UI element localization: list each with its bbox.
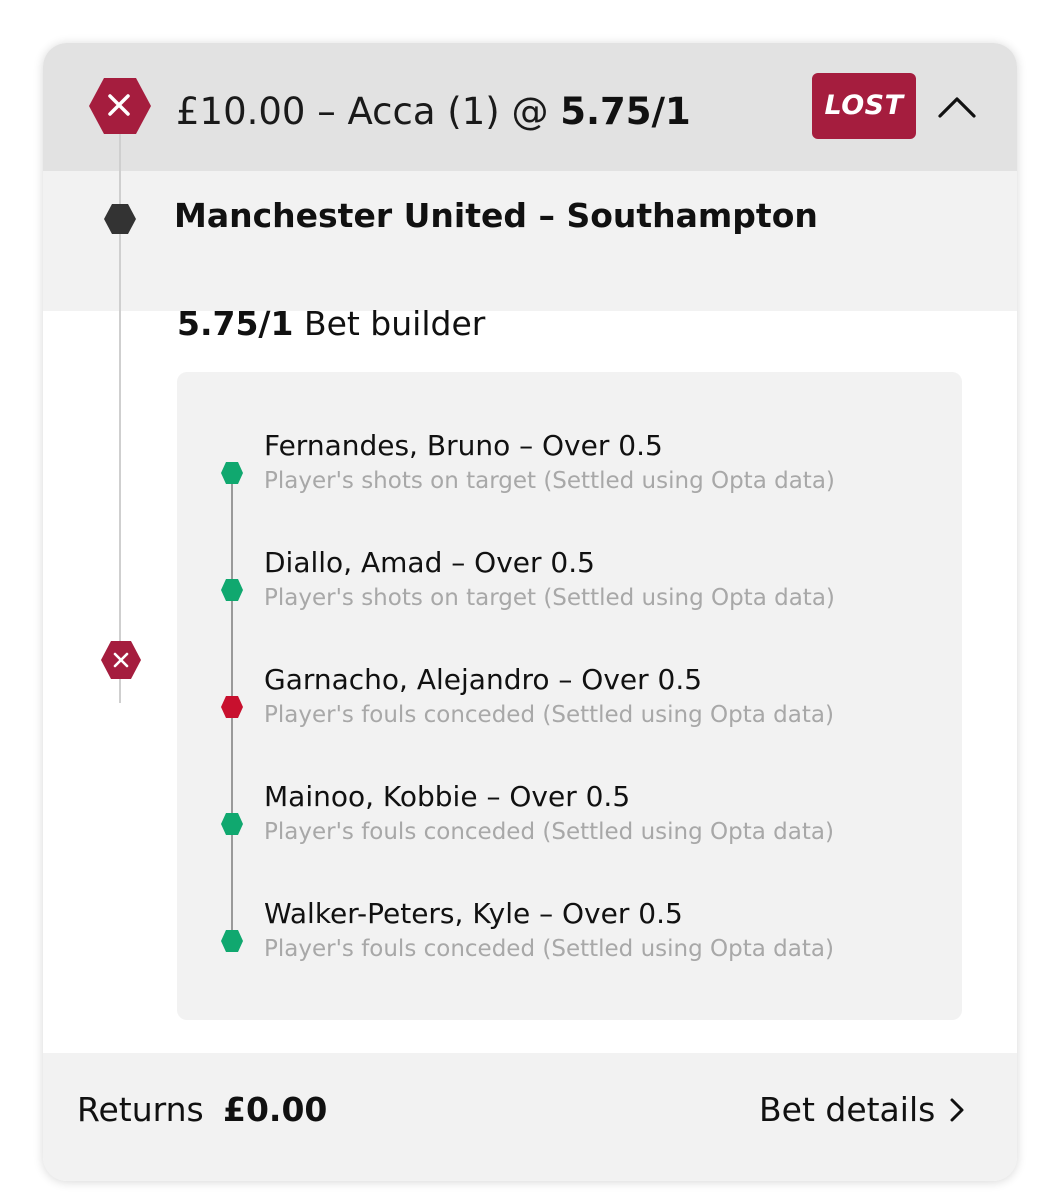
selection-name: Fernandes, Bruno – Over 0.5: [264, 429, 663, 462]
collapse-button[interactable]: [933, 85, 981, 129]
hexagon-icon: [104, 204, 136, 234]
lost-leg-icon: [101, 641, 141, 679]
returns-value: £0.00: [223, 1090, 328, 1129]
selection-market: Player's shots on target (Settled using …: [264, 468, 835, 494]
won-selection-icon: [221, 930, 243, 952]
selection-item: Mainoo, Kobbie – Over 0.5 Player's fouls …: [177, 779, 962, 879]
bet-stake-type: £10.00 – Acca (1) @: [176, 90, 549, 133]
selections-panel: Fernandes, Bruno – Over 0.5 Player's shot…: [177, 372, 962, 1020]
selection-name: Mainoo, Kobbie – Over 0.5: [264, 780, 631, 813]
won-selection-icon: [221, 813, 243, 835]
status-badge: LOST: [812, 73, 916, 139]
bet-builder-label: Bet builder: [303, 304, 486, 343]
selection-name: Diallo, Amad – Over 0.5: [264, 546, 595, 579]
bet-builder-title: 5.75/1 Bet builder: [177, 302, 485, 346]
bet-details-label: Bet details: [759, 1090, 936, 1129]
lost-status-icon: [89, 78, 151, 134]
won-selection-icon: [221, 579, 243, 601]
bet-details-link[interactable]: Bet details: [759, 1088, 965, 1132]
selection-market: Player's fouls conceded (Settled using O…: [264, 702, 834, 728]
event-title: Manchester United – Southampton: [174, 196, 818, 235]
returns-label: Returns: [77, 1090, 204, 1129]
event-row: [43, 171, 1017, 311]
won-selection-icon: [221, 462, 243, 484]
selection-market: Player's shots on target (Settled using …: [264, 585, 835, 611]
bet-card: £10.00 – Acca (1) @ 5.75/1 LOST Manchest…: [43, 43, 1017, 1181]
bet-odds: 5.75/1: [560, 90, 691, 133]
selection-market: Player's fouls conceded (Settled using O…: [264, 819, 834, 845]
bet-title: £10.00 – Acca (1) @ 5.75/1: [176, 90, 691, 134]
bet-builder-odds: 5.75/1: [177, 304, 294, 343]
chevron-up-icon: [938, 97, 976, 118]
selection-item: Walker-Peters, Kyle – Over 0.5 Player's f…: [177, 896, 962, 996]
selection-item: Diallo, Amad – Over 0.5 Player's shots on…: [177, 545, 962, 645]
selection-item: Fernandes, Bruno – Over 0.5 Player's shot…: [177, 428, 962, 528]
selection-market: Player's fouls conceded (Settled using O…: [264, 936, 834, 962]
lost-selection-icon: [221, 696, 243, 718]
selection-name: Garnacho, Alejandro – Over 0.5: [264, 663, 703, 696]
selection-item: Garnacho, Alejandro – Over 0.5 Player's f…: [177, 662, 962, 762]
chevron-right-icon: [950, 1098, 964, 1122]
selection-name: Walker-Peters, Kyle – Over 0.5: [264, 897, 683, 930]
